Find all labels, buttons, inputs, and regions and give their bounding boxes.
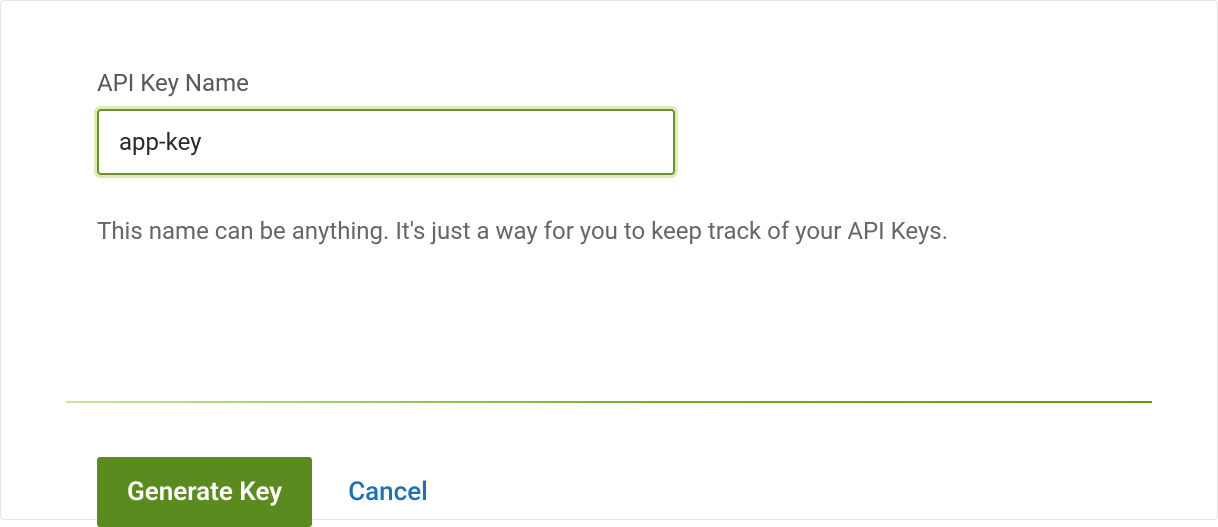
generate-key-button[interactable]: Generate Key: [97, 457, 312, 527]
api-key-name-input[interactable]: [97, 109, 675, 175]
form-actions: Generate Key Cancel: [1, 403, 1217, 527]
cancel-button[interactable]: Cancel: [348, 477, 428, 507]
helper-text: This name can be anything. It's just a w…: [97, 213, 1121, 249]
form-content: API Key Name This name can be anything. …: [1, 1, 1217, 297]
input-wrapper: [97, 109, 675, 175]
api-key-name-label: API Key Name: [97, 69, 1121, 97]
api-key-form-card: API Key Name This name can be anything. …: [0, 0, 1218, 520]
